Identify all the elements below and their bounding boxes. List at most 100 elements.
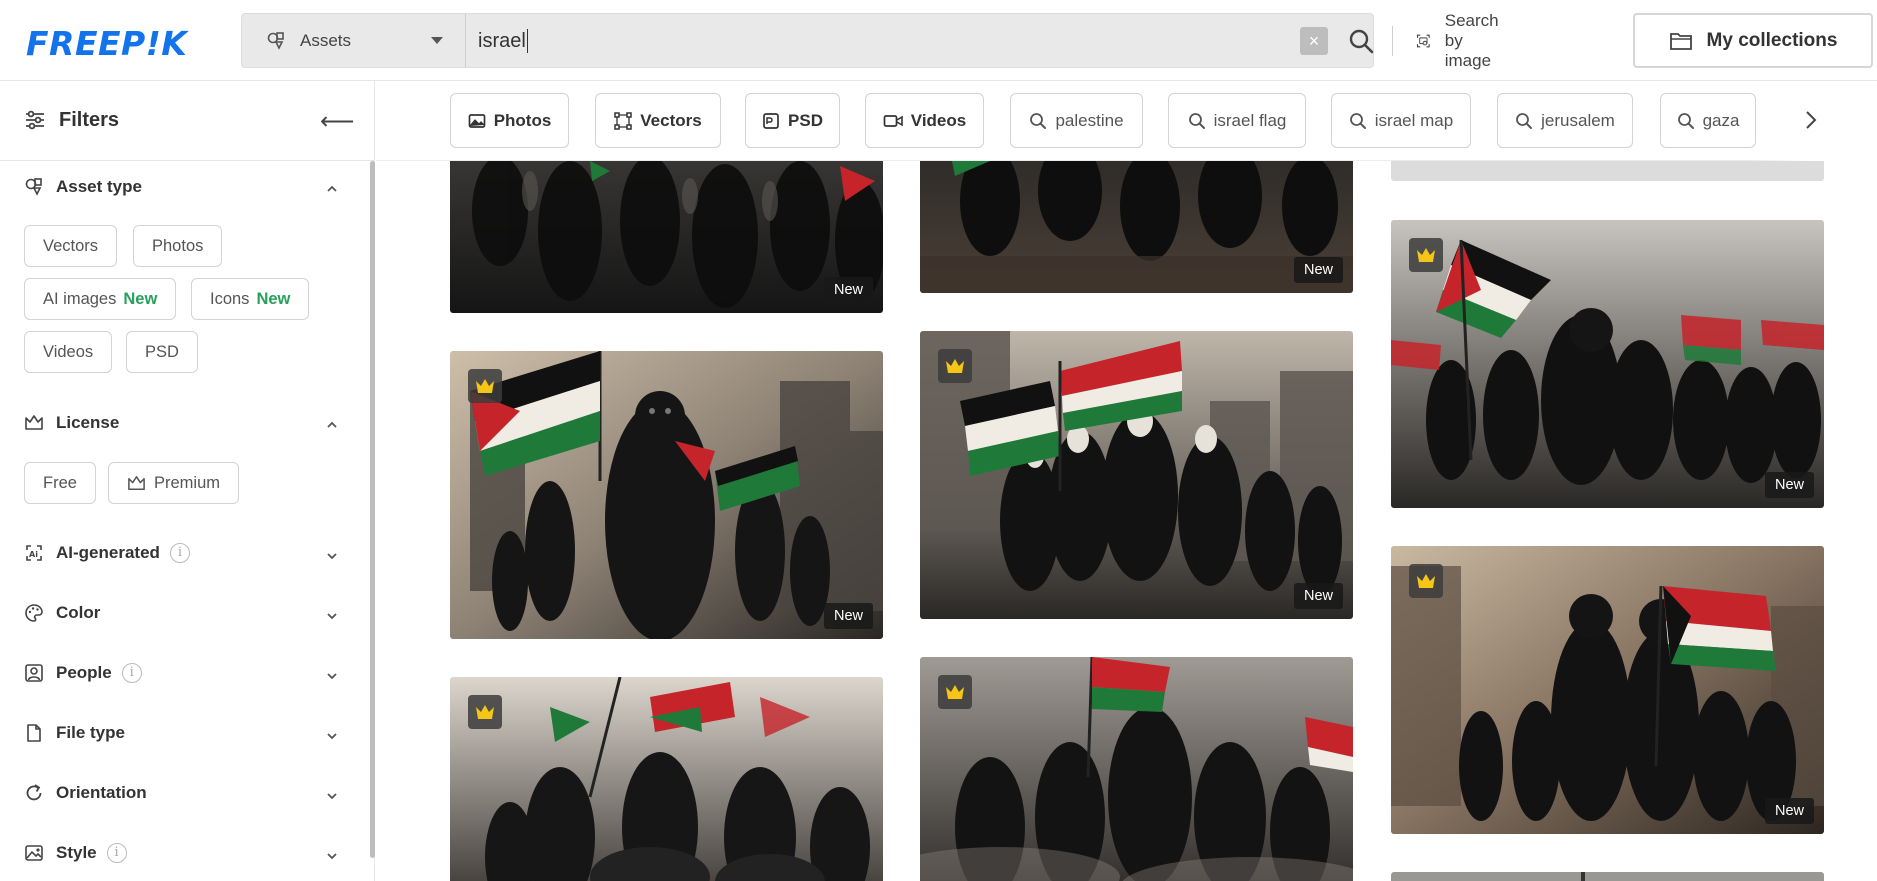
chip-free[interactable]: Free (24, 462, 96, 504)
chevron-down-icon[interactable] (326, 670, 338, 682)
result-card[interactable]: New (920, 161, 1353, 293)
shapes-icon (25, 178, 42, 196)
info-icon[interactable]: i (106, 843, 127, 863)
chip-psd[interactable]: PSD (126, 331, 198, 373)
tag-videos[interactable]: Videos (865, 93, 984, 148)
tag-israel-flag[interactable]: israel flag (1168, 93, 1306, 148)
chip-vectors[interactable]: Vectors (24, 225, 118, 267)
crown-icon (946, 359, 964, 373)
clear-search-button[interactable]: × (1300, 27, 1328, 55)
premium-crown-badge (1409, 564, 1443, 598)
collapse-sidebar-button[interactable]: ⟵ (320, 107, 354, 136)
tag-label: israel flag (1213, 110, 1287, 130)
search-icon (1030, 112, 1047, 129)
file-icon (27, 724, 41, 742)
chevron-down-icon[interactable] (326, 850, 338, 862)
tag-palestine[interactable]: palestine (1010, 93, 1143, 148)
result-card[interactable]: New (450, 351, 883, 639)
chevron-right-icon[interactable] (1796, 105, 1826, 135)
tag-israel-map[interactable]: israel map (1331, 93, 1471, 148)
search-icon (1677, 112, 1694, 129)
chip-label: Free (43, 473, 77, 492)
ai-icon: Ai (26, 545, 42, 561)
search-input[interactable] (478, 22, 1078, 60)
file-type-section-header[interactable]: File type (24, 723, 125, 743)
tag-psd[interactable]: PSD (745, 93, 840, 148)
info-icon[interactable]: i (121, 663, 142, 683)
search-by-image-label: Search by image (1444, 11, 1499, 70)
chevron-down-icon[interactable] (326, 790, 338, 802)
result-card-placeholder[interactable] (1391, 161, 1824, 181)
asset-type-dropdown[interactable]: Assets (242, 14, 466, 67)
result-image (920, 331, 1353, 619)
chip-label: Photos (152, 236, 204, 255)
shapes-icon (267, 31, 284, 50)
result-card[interactable]: New (1391, 220, 1824, 508)
result-card[interactable]: New (450, 161, 883, 313)
sidebar-scrollbar[interactable] (370, 161, 375, 858)
results-grid: New New New New New New (376, 161, 1877, 881)
premium-crown-badge (468, 369, 502, 403)
chip-videos[interactable]: Videos (24, 331, 113, 373)
ai-generated-section-header[interactable]: Ai AI-generated i (24, 543, 190, 563)
search-icon[interactable] (1346, 26, 1376, 56)
section-title: AI-generated (56, 543, 160, 562)
asset-type-section-header[interactable]: Asset type (24, 177, 142, 197)
style-section-header[interactable]: Style i (24, 843, 127, 863)
crown-icon (476, 705, 494, 719)
chip-premium[interactable]: Premium (108, 462, 240, 504)
license-section-header[interactable]: License (24, 413, 119, 433)
section-title: People (56, 663, 112, 682)
svg-text:Ai: Ai (29, 550, 38, 559)
chevron-up-icon[interactable] (326, 183, 338, 195)
search-by-image-button[interactable]: Search by image (1416, 11, 1512, 70)
color-section-header[interactable]: Color (24, 603, 100, 623)
filters-title: Filters (59, 109, 120, 131)
result-card[interactable] (450, 677, 883, 881)
filters-header: Filters ⟵ (0, 81, 375, 161)
chevron-up-icon[interactable] (326, 419, 338, 431)
my-collections-button[interactable]: My collections (1633, 13, 1873, 68)
crown-icon (946, 685, 964, 699)
sliders-icon (26, 110, 44, 130)
new-badge: New (123, 289, 158, 308)
chip-photos[interactable]: Photos (133, 225, 223, 267)
result-card[interactable] (1391, 872, 1824, 881)
tag-photos[interactable]: Photos (450, 93, 569, 148)
tag-gaza[interactable]: gaza (1660, 93, 1756, 148)
image-search-icon (1417, 34, 1430, 48)
result-card[interactable] (920, 657, 1353, 881)
search-bar: Assets × Search by image (241, 11, 1499, 70)
people-section-header[interactable]: People i (24, 663, 142, 683)
tag-label: jerusalem (1541, 110, 1615, 130)
result-image (1391, 872, 1824, 881)
result-card[interactable]: New (1391, 546, 1824, 834)
folder-icon (1669, 32, 1692, 50)
result-image (920, 657, 1353, 881)
result-image (920, 161, 1353, 293)
crown-outline-icon (25, 415, 43, 430)
chevron-down-icon[interactable] (326, 550, 338, 562)
tag-label: palestine (1055, 110, 1124, 130)
section-title: Orientation (56, 783, 147, 802)
new-badge: New (1293, 257, 1343, 283)
result-image (1391, 546, 1824, 834)
chip-label: Icons (210, 289, 250, 308)
chevron-down-icon[interactable] (326, 730, 338, 742)
tag-jerusalem[interactable]: jerusalem (1497, 93, 1633, 148)
freepik-logo[interactable]: FREEP!K (26, 24, 187, 63)
psd-icon (763, 112, 779, 129)
new-badge: New (1764, 798, 1814, 824)
chip-ai-images[interactable]: AI images New (24, 278, 177, 320)
tag-vectors[interactable]: Vectors (595, 93, 721, 148)
chip-label: Vectors (43, 236, 99, 255)
crown-outline-icon (128, 475, 145, 490)
chip-icons[interactable]: Icons New (191, 278, 310, 320)
chevron-down-icon[interactable] (326, 610, 338, 622)
result-card[interactable]: New (920, 331, 1353, 619)
chip-label: AI images (43, 289, 117, 308)
orientation-section-header[interactable]: Orientation (24, 783, 147, 803)
result-image (450, 677, 883, 881)
info-icon[interactable]: i (169, 543, 190, 563)
section-title: File type (56, 723, 125, 742)
